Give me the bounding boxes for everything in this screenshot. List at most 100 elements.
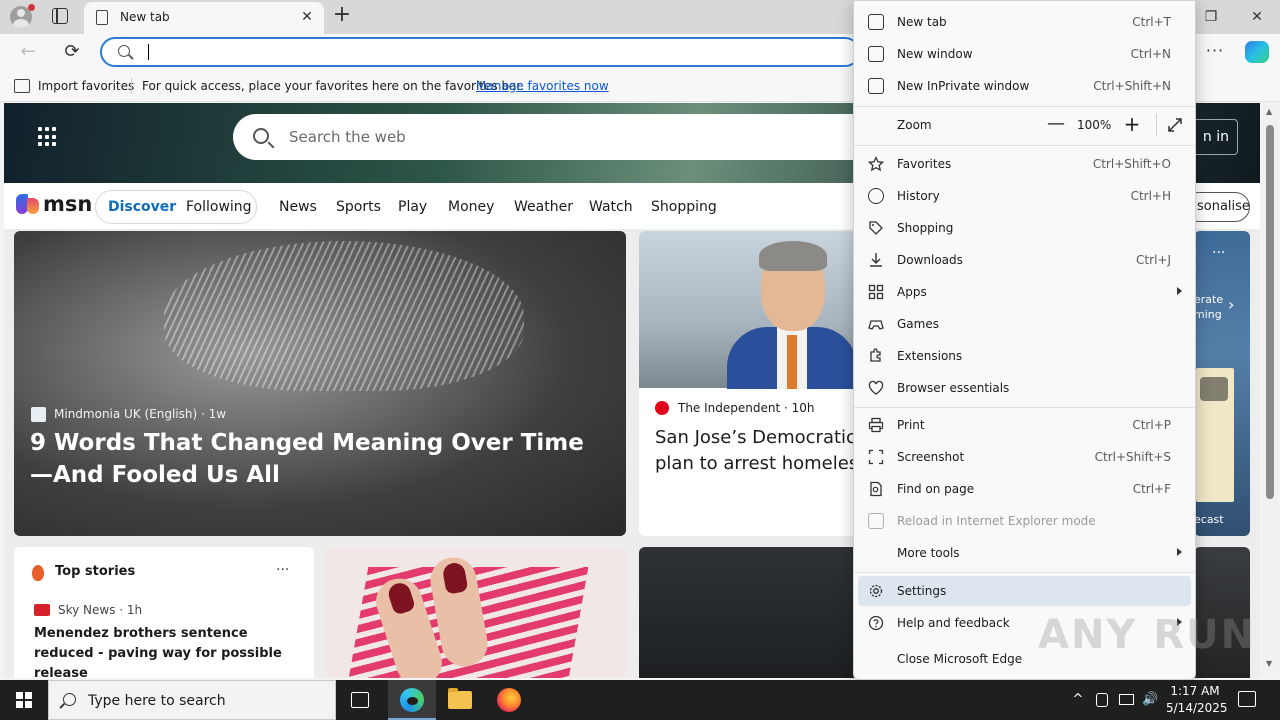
more-options-icon[interactable]: ··· bbox=[1212, 245, 1225, 261]
story-headline[interactable]: 9 Words That Changed Meaning Over Time—A… bbox=[30, 427, 590, 491]
menu-item-new-window[interactable]: New window Ctrl+N bbox=[858, 39, 1191, 69]
nav-watch[interactable]: Watch bbox=[589, 199, 633, 215]
address-bar[interactable] bbox=[100, 37, 860, 67]
nav-shopping[interactable]: Shopping bbox=[651, 199, 717, 215]
new-tab-button[interactable]: + bbox=[330, 4, 354, 28]
menu-item-browser-essentials[interactable]: Browser essentials bbox=[858, 373, 1191, 403]
nav-sports[interactable]: Sports bbox=[336, 199, 381, 215]
reload-button[interactable]: ⟳ bbox=[60, 40, 84, 64]
main-story-card[interactable]: Mindmonia UK (English) · 1w 9 Words That… bbox=[14, 231, 626, 536]
menu-item-label: Extensions bbox=[897, 349, 963, 363]
sign-in-button[interactable]: n in bbox=[1190, 119, 1238, 155]
menu-item-favorites[interactable]: Favorites Ctrl+Shift+O bbox=[858, 149, 1191, 179]
menu-item-print[interactable]: Print Ctrl+P bbox=[858, 410, 1191, 440]
submenu-arrow-icon bbox=[1177, 548, 1182, 556]
import-favorites-icon[interactable] bbox=[14, 79, 30, 93]
history-icon bbox=[868, 188, 884, 204]
star-icon bbox=[868, 156, 884, 172]
menu-item-new-inprivate-window[interactable]: New InPrivate window Ctrl+Shift+N bbox=[858, 71, 1191, 101]
menu-item-games[interactable]: Games bbox=[858, 309, 1191, 339]
fullscreen-icon[interactable] bbox=[1167, 117, 1183, 133]
menu-divider bbox=[854, 407, 1195, 408]
extensions-icon bbox=[870, 348, 881, 362]
menu-divider bbox=[1156, 114, 1157, 136]
menu-item-more-tools[interactable]: More tools bbox=[858, 538, 1191, 568]
page-scrollbar[interactable]: ▲ ▼ bbox=[1262, 103, 1278, 675]
zoom-out-button[interactable]: — bbox=[1046, 115, 1066, 135]
top-stories-title: Top stories bbox=[55, 564, 136, 579]
menu-item-shortcut: Ctrl+T bbox=[1132, 15, 1171, 29]
weather-card[interactable]: ··· erate ming › ecast bbox=[1194, 231, 1250, 536]
taskbar-search-box[interactable]: Type here to search bbox=[48, 680, 336, 720]
web-search-box[interactable]: Search the web bbox=[233, 114, 933, 160]
menu-item-apps[interactable]: Apps bbox=[858, 277, 1191, 307]
forecast-label[interactable]: ecast bbox=[1194, 513, 1224, 526]
nav-weather[interactable]: Weather bbox=[514, 199, 573, 215]
story-source: Sky News · 1h bbox=[58, 603, 143, 617]
favorites-hint: For quick access, place your favorites h… bbox=[142, 79, 525, 93]
tab-new-tab[interactable]: New tab ✕ bbox=[84, 2, 324, 34]
menu-item-find-on-page[interactable]: Find on page Ctrl+F bbox=[858, 474, 1191, 504]
start-button[interactable] bbox=[0, 680, 48, 720]
menu-item-shortcut: Ctrl+F bbox=[1132, 482, 1171, 496]
close-tab-icon[interactable]: ✕ bbox=[298, 8, 316, 26]
taskbar-edge-button[interactable] bbox=[388, 680, 436, 720]
clock-date[interactable]: 5/14/2025 bbox=[1166, 701, 1228, 715]
app-launcher-icon[interactable] bbox=[38, 127, 58, 147]
menu-divider bbox=[854, 572, 1195, 573]
taskbar-firefox-button[interactable] bbox=[485, 680, 533, 720]
taskbar-explorer-button[interactable] bbox=[436, 680, 484, 720]
menu-item-settings[interactable]: Settings bbox=[858, 576, 1191, 606]
manage-favorites-link[interactable]: Manage favorites now bbox=[476, 79, 609, 93]
network-icon[interactable] bbox=[1119, 694, 1134, 705]
tab-actions-icon[interactable] bbox=[52, 8, 68, 24]
scroll-thumb[interactable] bbox=[1266, 125, 1274, 499]
menu-item-label: New InPrivate window bbox=[897, 79, 1030, 93]
expand-icon[interactable] bbox=[1200, 377, 1228, 401]
volume-icon[interactable]: 🔊 bbox=[1142, 692, 1158, 708]
menu-item-label: Zoom bbox=[897, 118, 932, 132]
menu-item-shopping[interactable]: Shopping bbox=[858, 213, 1191, 243]
favorites-divider bbox=[131, 78, 132, 94]
tab-discover[interactable]: Discover bbox=[108, 199, 176, 215]
settings-and-more-button[interactable]: ··· bbox=[1200, 38, 1230, 66]
import-favorites-button[interactable]: Import favorites bbox=[38, 79, 134, 93]
publisher-logo-icon bbox=[31, 407, 46, 422]
tray-chevron-icon[interactable]: ^ bbox=[1070, 692, 1086, 708]
new-window-icon bbox=[868, 46, 884, 62]
story-headline[interactable]: Menendez brothers sentence reduced - pav… bbox=[34, 624, 304, 678]
scroll-up-icon[interactable]: ▲ bbox=[1266, 107, 1272, 116]
menu-item-screenshot[interactable]: Screenshot Ctrl+Shift+S bbox=[858, 442, 1191, 472]
gear-icon bbox=[869, 584, 883, 598]
nav-money[interactable]: Money bbox=[448, 199, 494, 215]
menu-item-downloads[interactable]: Downloads Ctrl+J bbox=[858, 245, 1191, 275]
menu-item-extensions[interactable]: Extensions bbox=[858, 341, 1191, 371]
clock-time[interactable]: 1:17 AM bbox=[1166, 684, 1224, 698]
firefox-icon bbox=[497, 688, 521, 712]
menu-divider bbox=[854, 106, 1195, 107]
menu-item-label: History bbox=[897, 189, 940, 203]
task-view-button[interactable] bbox=[336, 680, 384, 720]
tray-device-icon[interactable] bbox=[1096, 693, 1108, 707]
back-button[interactable]: ← bbox=[16, 40, 40, 64]
news-card-image[interactable] bbox=[326, 547, 626, 678]
close-window-button[interactable]: ✕ bbox=[1234, 0, 1280, 34]
search-icon bbox=[253, 128, 269, 144]
publisher-logo-icon bbox=[655, 401, 669, 415]
menu-item-history[interactable]: History Ctrl+H bbox=[858, 181, 1191, 211]
settings-and-more-menu: New tab Ctrl+T New window Ctrl+N New InP… bbox=[853, 0, 1196, 680]
more-options-icon[interactable]: ··· bbox=[276, 562, 289, 578]
menu-item-label: Help and feedback bbox=[897, 616, 1010, 630]
msn-logo[interactable]: msn bbox=[16, 192, 92, 220]
copilot-icon[interactable] bbox=[1245, 41, 1269, 63]
scroll-down-icon[interactable]: ▼ bbox=[1266, 659, 1272, 668]
zoom-in-button[interactable]: + bbox=[1122, 114, 1142, 134]
folder-icon bbox=[448, 688, 472, 709]
menu-item-new-tab[interactable]: New tab Ctrl+T bbox=[858, 7, 1191, 37]
chevron-right-icon[interactable]: › bbox=[1228, 295, 1234, 314]
submenu-arrow-icon bbox=[1177, 287, 1182, 295]
tab-following[interactable]: Following bbox=[186, 199, 252, 215]
nav-news[interactable]: News bbox=[279, 199, 317, 215]
nav-play[interactable]: Play bbox=[398, 199, 427, 215]
notification-center-icon[interactable] bbox=[1238, 691, 1256, 707]
